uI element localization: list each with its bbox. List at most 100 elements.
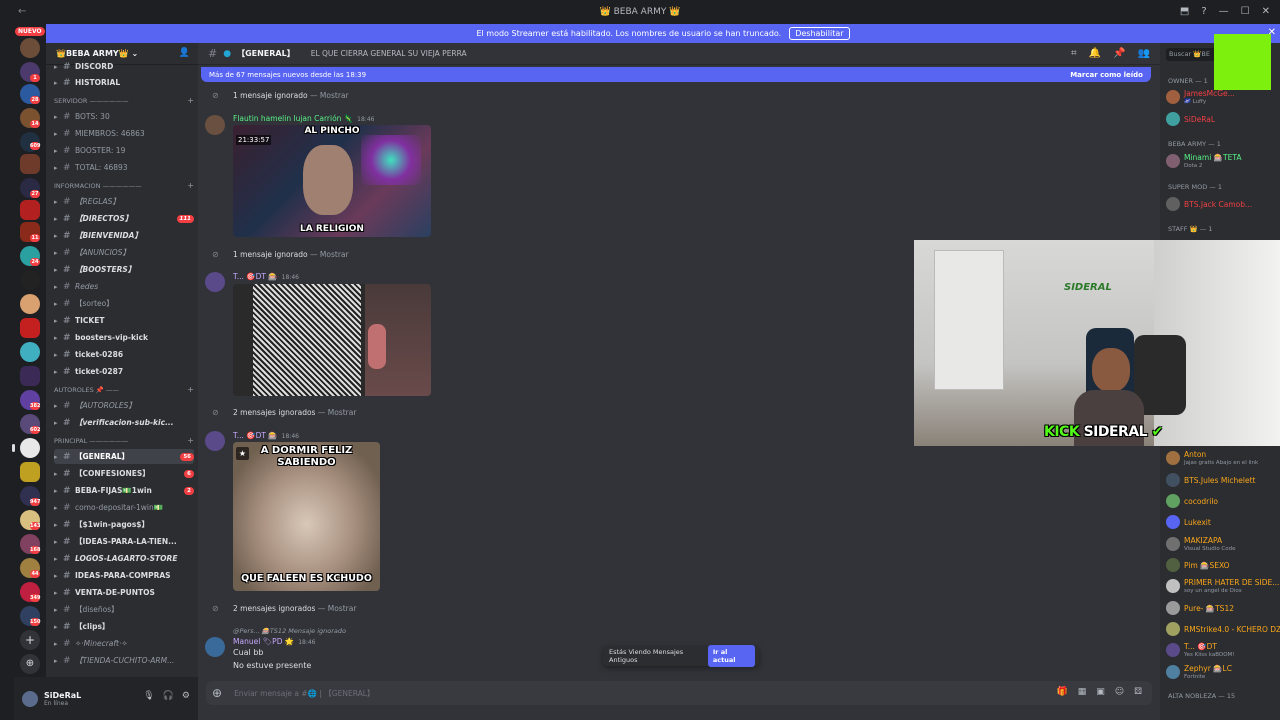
- channel-topic[interactable]: EL QUE CIERRA GENERAL SU VIEJA PERRA: [311, 49, 467, 58]
- avatar[interactable]: [22, 690, 38, 707]
- add-server-icon[interactable]: +: [20, 630, 40, 650]
- mark-read-button[interactable]: Marcar como leído: [1070, 71, 1143, 79]
- author-name[interactable]: Manuel 🏷PD 🌟: [233, 637, 294, 646]
- server-icon[interactable]: [20, 200, 40, 220]
- channel-item[interactable]: ▸ # ticket-0286: [54, 347, 194, 362]
- channel-item[interactable]: ▸ # TICKET: [54, 313, 194, 328]
- channel-category[interactable]: SERVIDOR —————— +: [54, 94, 194, 107]
- channel-item[interactable]: ▸ # VENTA-DE-PUNTOS: [54, 585, 194, 600]
- jump-to-present-button[interactable]: Ir al actual: [707, 645, 755, 667]
- member-item[interactable]: Lukexit: [1166, 513, 1280, 531]
- add-channel-icon[interactable]: +: [187, 96, 194, 105]
- gift-icon[interactable]: 🎁: [1057, 687, 1068, 697]
- search-input[interactable]: Buscar 👑BE: [1166, 48, 1220, 61]
- maximize-button[interactable]: ☐: [1241, 6, 1250, 17]
- channel-item[interactable]: ▸ # ✧·Minecraft·✧: [54, 636, 194, 651]
- channel-item[interactable]: ▸ # 【GENERAL】 56: [54, 449, 194, 464]
- channel-item[interactable]: ▸ # BEBA-FIJAS💵1win 2: [54, 483, 194, 498]
- channel-category[interactable]: AUTOROLES 📌 —— +: [54, 383, 194, 396]
- user-info[interactable]: SiDeRaL En línea: [44, 691, 81, 707]
- member-item[interactable]: JamesMcGe... 🌌 Luffy: [1166, 88, 1280, 106]
- server-icon[interactable]: [20, 438, 40, 458]
- member-item[interactable]: cocodrilo: [1166, 492, 1280, 510]
- meme-image[interactable]: [233, 284, 431, 396]
- member-item[interactable]: RMStrike4.0 - KCHERO DZ: [1166, 620, 1280, 638]
- explore-icon[interactable]: ⊕: [20, 654, 40, 674]
- headphones-icon[interactable]: 🎧: [163, 691, 174, 701]
- channel-item[interactable]: ▸ # DISCORD: [54, 59, 194, 74]
- avatar[interactable]: [205, 637, 225, 657]
- server-icon[interactable]: [20, 154, 40, 174]
- channel-item[interactable]: ▸ # boosters-vip-kick: [54, 330, 194, 345]
- close-button[interactable]: ✕: [1262, 6, 1270, 17]
- show-link[interactable]: Mostrar: [328, 604, 357, 613]
- members-icon[interactable]: 👥: [1138, 48, 1150, 59]
- avatar[interactable]: [205, 272, 225, 292]
- add-channel-icon[interactable]: +: [187, 436, 194, 445]
- channel-item[interactable]: ▸ # HISTORIAL: [54, 75, 194, 90]
- channel-category[interactable]: INFORMACION —————— +: [54, 179, 194, 192]
- threads-icon[interactable]: ⌗: [1071, 48, 1077, 59]
- gif-icon[interactable]: ▦: [1078, 687, 1087, 697]
- member-item[interactable]: BTS.Jack Camob...: [1166, 195, 1280, 213]
- avatar[interactable]: [205, 115, 225, 135]
- pin-icon[interactable]: 📌: [1113, 48, 1125, 59]
- member-item[interactable]: Pure- 🎰TS12: [1166, 599, 1280, 617]
- server-icon[interactable]: [20, 294, 40, 314]
- server-icon[interactable]: [20, 462, 40, 482]
- server-icon[interactable]: [20, 38, 40, 58]
- add-member-icon[interactable]: 👤: [179, 48, 190, 58]
- gear-icon[interactable]: ⚙: [182, 691, 190, 701]
- channel-item[interactable]: ▸ # BOOSTER: 19: [54, 143, 194, 158]
- show-link[interactable]: Mostrar: [320, 250, 349, 259]
- add-channel-icon[interactable]: +: [187, 385, 194, 394]
- add-channel-icon[interactable]: +: [187, 181, 194, 190]
- member-item[interactable]: Pim 🎰SEXO: [1166, 556, 1280, 574]
- channel-item[interactable]: ▸ # LOGOS-LAGARTO-STORE: [54, 551, 194, 566]
- channel-item[interactable]: ▸ # 【AUTOROLES】: [54, 398, 194, 413]
- server-icon[interactable]: [20, 366, 40, 386]
- author-name[interactable]: T... 🎯DT 🎰: [233, 431, 278, 440]
- channel-item[interactable]: ▸ # Redes: [54, 279, 194, 294]
- microphone-icon[interactable]: 🎙: [143, 691, 154, 701]
- member-item[interactable]: MAKIZAPA Visual Studio Code: [1166, 535, 1280, 553]
- member-item[interactable]: Anton Jajas gratis Abajo en el link: [1166, 449, 1280, 467]
- meme-image[interactable]: ★ A DORMIR FELIZ SABIENDO QUE FALEEN ES …: [233, 442, 380, 591]
- channel-item[interactable]: ▸ # IDEAS-PARA-COMPRAS: [54, 568, 194, 583]
- member-item[interactable]: PRIMER HATER DE SIDE... soy un angel de D…: [1166, 577, 1280, 595]
- author-name[interactable]: T... 🎯DT 🎰: [233, 272, 278, 281]
- channel-item[interactable]: ▸ # TOTAL: 46893: [54, 160, 194, 175]
- server-icon[interactable]: [20, 318, 40, 338]
- message-input[interactable]: Enviar mensaje a #🌐 | 【GENERAL】: [234, 688, 374, 699]
- new-messages-bar[interactable]: Más de 67 mensajes nuevos desde las 18:3…: [201, 67, 1151, 82]
- help-icon[interactable]: ?: [1201, 6, 1206, 17]
- channel-item[interactable]: ▸ # como-depositar-1win💵: [54, 500, 194, 515]
- member-item[interactable]: T... 🎯DT Yes Kiiss kaBOOM!: [1166, 641, 1280, 659]
- channel-item[interactable]: ▸ # 【$1win-pagos$】: [54, 517, 194, 532]
- channel-item[interactable]: ▸ # 【ANUNCIOS】: [54, 245, 194, 260]
- member-item[interactable]: SiDeRaL: [1166, 110, 1280, 128]
- channel-item[interactable]: ▸ # 【REGLAS】: [54, 194, 194, 209]
- author-name[interactable]: Flautin hamelin lujan Carrión 🦎: [233, 114, 353, 123]
- message-composer[interactable]: ⊕ Enviar mensaje a #🌐 | 【GENERAL】 🎁 ▦ ▣ …: [206, 681, 1152, 705]
- add-attachment-icon[interactable]: ⊕: [212, 686, 222, 700]
- apps-icon[interactable]: ⚄: [1134, 687, 1142, 697]
- sticker-icon[interactable]: ▣: [1096, 687, 1105, 697]
- channel-item[interactable]: ▸ # 【DIRECTOS】 111: [54, 211, 194, 226]
- channel-item[interactable]: ▸ # 【BOOSTERS】: [54, 262, 194, 277]
- channel-item[interactable]: ▸ # 【CONFESIONES】 6: [54, 466, 194, 481]
- server-icon[interactable]: [20, 270, 40, 290]
- channel-item[interactable]: ▸ # 【BIENVENIDA】: [54, 228, 194, 243]
- member-item[interactable]: Zephyr 🎰LC Fortnite: [1166, 663, 1280, 681]
- channel-item[interactable]: ▸ # 【verificacion-sub-kic...: [54, 415, 194, 430]
- avatar[interactable]: [205, 431, 225, 451]
- channel-item[interactable]: ▸ # 【clips】: [54, 619, 194, 634]
- bell-icon[interactable]: 🔔: [1089, 48, 1101, 59]
- reply-reference[interactable]: @Pers... 🎰TS12 Mensaje ignorado: [233, 627, 346, 635]
- member-item[interactable]: Minami 🎰TETA Dota 2: [1166, 152, 1280, 170]
- disable-streamer-button[interactable]: Deshabilitar: [789, 27, 850, 40]
- emoji-icon[interactable]: ☺: [1115, 687, 1124, 697]
- show-link[interactable]: Mostrar: [328, 408, 357, 417]
- member-item[interactable]: BTS.Jules Michelett: [1166, 471, 1280, 489]
- inbox-icon[interactable]: ⬒: [1180, 6, 1189, 17]
